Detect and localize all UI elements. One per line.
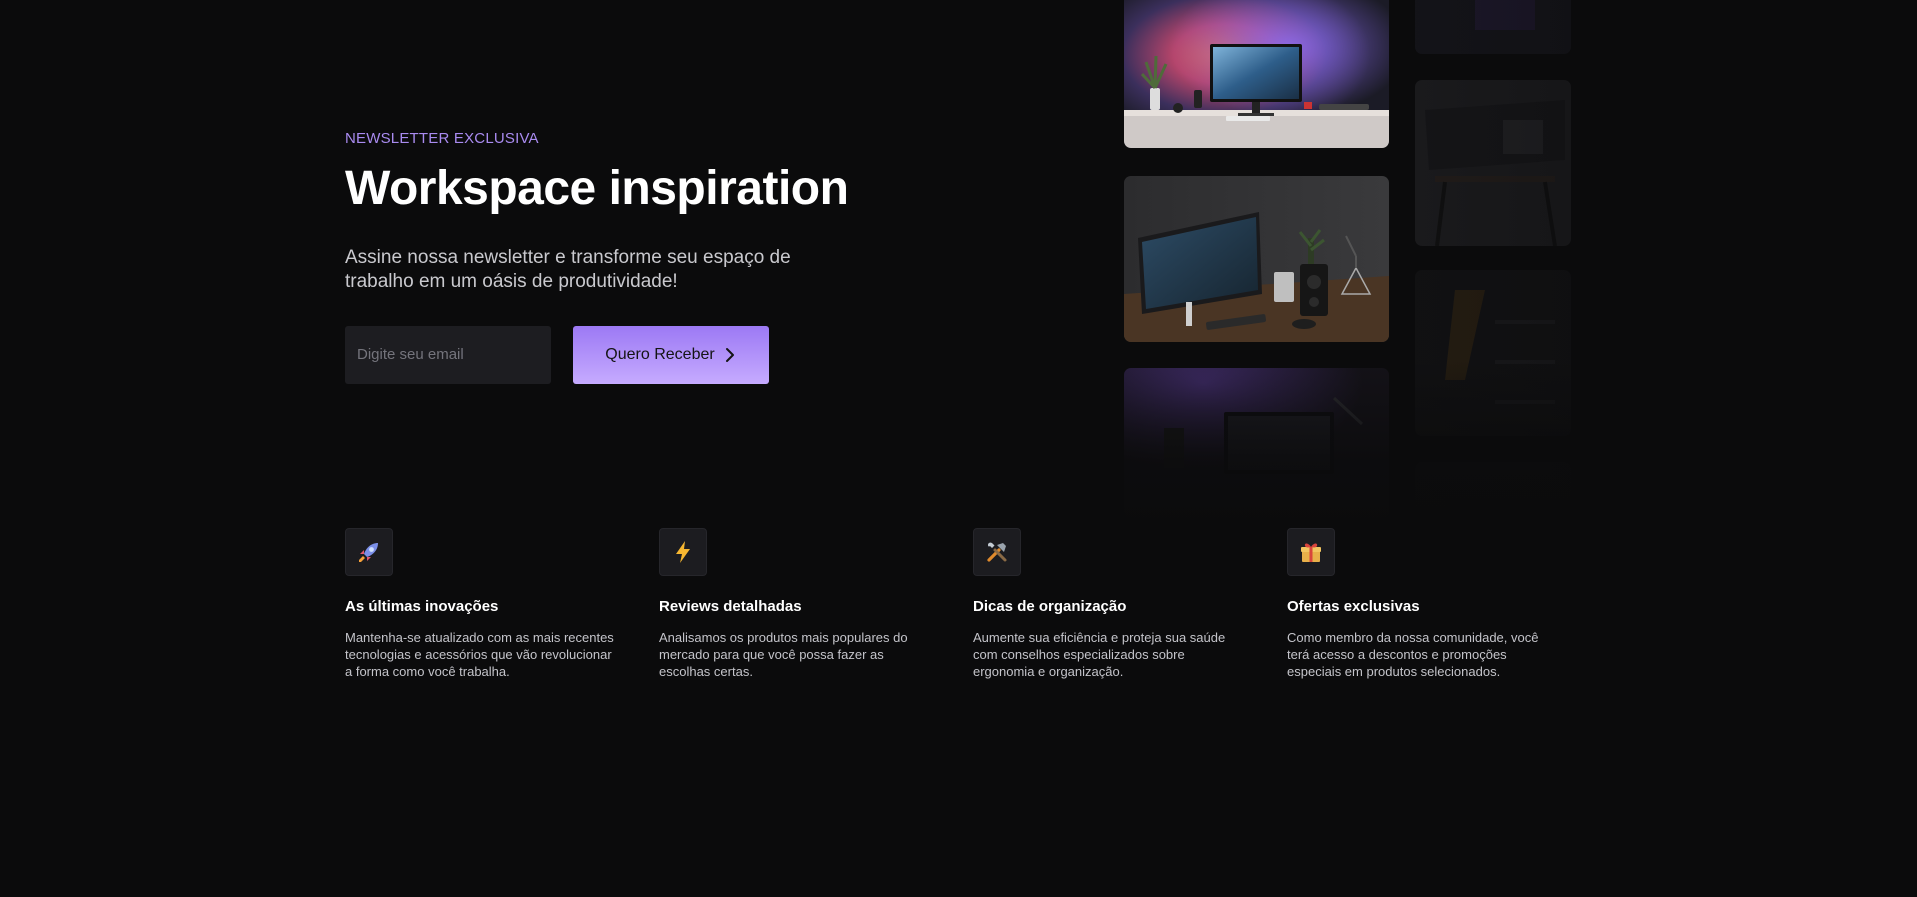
dim-shelf-photo <box>1415 270 1571 436</box>
subscribe-button[interactable]: Quero Receber <box>573 325 769 384</box>
lightning-icon <box>676 541 690 563</box>
feature-icon-box <box>345 528 393 576</box>
dim-desk-photo <box>1415 0 1571 54</box>
desk-rgb-monitor-photo <box>1124 0 1389 148</box>
email-field[interactable] <box>345 325 551 384</box>
dim-desk-photo <box>1415 80 1571 246</box>
newsletter-form: Quero Receber <box>345 325 905 384</box>
feature-card: As últimas inovações Mantenha-se atualiz… <box>345 528 659 680</box>
feature-card: Dicas de organização Aumente sua eficiên… <box>973 528 1287 680</box>
rocket-icon <box>359 543 378 562</box>
feature-title: Dicas de organização <box>973 598 1127 615</box>
gift-icon <box>1301 543 1321 562</box>
hero-section: NEWSLETTER EXCLUSIVA Workspace inspirati… <box>345 130 905 384</box>
tools-icon <box>987 542 1007 562</box>
feature-card: Reviews detalhadas Analisamos os produto… <box>659 528 973 680</box>
chevron-right-icon <box>725 347 734 362</box>
feature-title: Reviews detalhadas <box>659 598 802 615</box>
feature-description: Como membro da nossa comunidade, você te… <box>1287 630 1539 679</box>
gallery-dim-overlay <box>1405 0 1595 520</box>
desk-monitor-speaker-photo <box>1124 176 1389 342</box>
feature-description: Aumente sua eficiência e proteja sua saú… <box>973 630 1226 679</box>
feature-title: Ofertas exclusivas <box>1287 598 1420 615</box>
feature-description: Analisamos os produtos mais populares do… <box>659 630 908 679</box>
workspace-gallery <box>0 0 1917 530</box>
feature-icon-box <box>659 528 707 576</box>
eyebrow-label: NEWSLETTER EXCLUSIVA <box>345 130 539 147</box>
feature-description: Mantenha-se atualizado com as mais recen… <box>345 630 614 679</box>
feature-icon-box <box>1287 528 1335 576</box>
feature-card: Ofertas exclusivas Como membro da nossa … <box>1287 528 1601 680</box>
newsletter-landing-page: NEWSLETTER EXCLUSIVA Workspace inspirati… <box>0 0 1917 897</box>
dim-desk-photo <box>1415 462 1571 522</box>
feature-icon-box <box>973 528 1021 576</box>
hero-subtitle: Assine nossa newsletter e transforme seu… <box>345 246 791 292</box>
features-section: As últimas inovações Mantenha-se atualiz… <box>345 528 1601 680</box>
subscribe-button-label: Quero Receber <box>605 345 715 363</box>
dark-desk-setup-photo <box>1124 368 1389 518</box>
page-title: Workspace inspiration <box>345 162 849 215</box>
feature-title: As últimas inovações <box>345 598 499 615</box>
